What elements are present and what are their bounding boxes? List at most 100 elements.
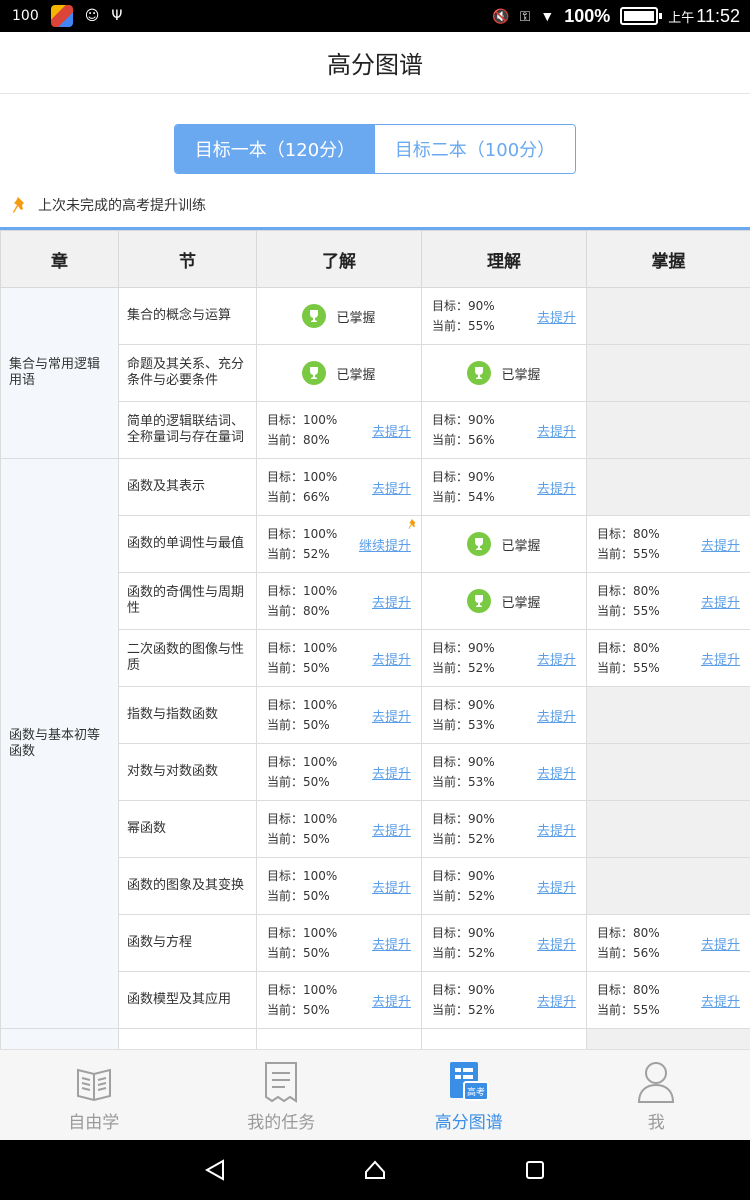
target-value: 目标：100% — [267, 698, 338, 712]
improve-link[interactable]: 去提升 — [372, 763, 411, 782]
tab-target-tier2[interactable]: 目标二本（100分） — [375, 125, 575, 173]
target-value: 目标：100% — [267, 812, 338, 826]
current-value: 当前：52% — [267, 547, 330, 561]
hint-text: 上次未完成的高考提升训练 — [38, 198, 206, 214]
current-value: 当前：50% — [267, 946, 330, 960]
improve-link[interactable]: 去提升 — [701, 535, 740, 554]
cell-progress: 目标：90% 当前：53% 去提升 — [421, 743, 587, 801]
target-value: 目标：100% — [267, 641, 338, 655]
pin-icon — [408, 519, 416, 529]
current-value: 当前：50% — [267, 775, 330, 789]
knowledge-table[interactable]: 章 节 了解 理解 掌握 集合与常用逻辑用语 集合的概念与运算 已掌握 目标：90… — [0, 227, 750, 1049]
current-value: 当前：50% — [267, 832, 330, 846]
nav-me[interactable]: 我 — [563, 1050, 750, 1140]
improve-link[interactable]: 去提升 — [537, 649, 576, 668]
cell-empty — [586, 857, 750, 915]
section-cell: 指数与指数函数 — [118, 686, 257, 744]
improve-link[interactable]: 去提升 — [701, 592, 740, 611]
back-icon[interactable] — [195, 1150, 235, 1190]
cell-progress: 目标：100% 当前：50% 去提升 — [256, 743, 422, 801]
cell-mastered: 已掌握 — [256, 344, 422, 402]
current-value: 当前：56% — [597, 946, 660, 960]
improve-link[interactable]: 去提升 — [537, 421, 576, 440]
current-value: 当前：80% — [267, 604, 330, 618]
nav-free-study[interactable]: 自由学 — [0, 1050, 188, 1140]
target-value: 目标：80% — [597, 926, 660, 940]
improve-link[interactable]: 去提升 — [372, 421, 411, 440]
table-header-row: 章 节 了解 理解 掌握 — [0, 230, 750, 288]
pin-icon — [13, 197, 24, 213]
app-notification-icon — [50, 5, 73, 27]
cell-empty — [586, 800, 750, 858]
section-cell: 函数的单调性与最值 — [118, 515, 257, 573]
current-value: 当前：55% — [597, 661, 660, 675]
improve-link[interactable]: 去提升 — [537, 307, 576, 326]
trophy-icon — [302, 361, 327, 385]
table-row[interactable]: 函数与基本初等函数 函数及其表示 目标：100% 当前：66% 去提升 目标：90… — [0, 458, 750, 1029]
cell-mastered: 已掌握 — [421, 344, 587, 402]
table-row[interactable]: 集合与常用逻辑用语 集合的概念与运算 已掌握 目标：90% 当前：55% 去提升 — [0, 287, 750, 459]
current-value: 当前：52% — [432, 889, 495, 903]
cell-progress: 目标：100% — [256, 1028, 422, 1049]
section-cell: 二次函数的图像与性质 — [118, 629, 257, 687]
improve-link[interactable]: 去提升 — [537, 763, 576, 782]
improve-link[interactable]: 去提升 — [372, 649, 411, 668]
target-value: 目标：100% — [267, 755, 338, 769]
recents-icon[interactable] — [515, 1150, 555, 1190]
current-value: 当前：50% — [267, 661, 330, 675]
cell-progress: 目标：90% 当前：54% 去提升 — [421, 458, 587, 516]
improve-link[interactable]: 去提升 — [701, 991, 740, 1010]
improve-link[interactable]: 去提升 — [537, 820, 576, 839]
current-value: 当前：50% — [267, 718, 330, 732]
improve-link[interactable]: 去提升 — [701, 649, 740, 668]
nav-my-tasks[interactable]: 我的任务 — [188, 1050, 376, 1140]
cell-progress: 目标：100% 当前：50% 去提升 — [256, 629, 422, 687]
battery-percent: 100% — [564, 5, 611, 26]
improve-link[interactable]: 去提升 — [701, 934, 740, 953]
clock: 上午 11:52 — [668, 5, 740, 26]
nav-label: 自由学 — [68, 1113, 120, 1133]
cell-progress: 目标：90% 当前：52% 去提升 — [421, 629, 587, 687]
target-value: 目标：100% — [267, 584, 338, 598]
unfinished-training-hint[interactable]: 上次未完成的高考提升训练 — [12, 193, 206, 217]
current-value: 当前：80% — [267, 433, 330, 447]
improve-link[interactable]: 继续提升 — [359, 535, 411, 554]
target-value: 目标：90% — [432, 470, 495, 484]
tab-target-tier1[interactable]: 目标一本（120分） — [175, 125, 375, 173]
improve-link[interactable]: 去提升 — [537, 706, 576, 725]
mastered-label: 已掌握 — [501, 367, 541, 383]
improve-link[interactable]: 去提升 — [537, 478, 576, 497]
cell-progress: 目标：80% 当前：55% 去提升 — [586, 572, 750, 630]
target-value: 目标：100% — [267, 527, 338, 541]
cell-progress: 目标：100% 当前：50% 去提升 — [256, 800, 422, 858]
cell-progress: 目标：100% 当前：80% 去提升 — [256, 572, 422, 630]
vpn-key-icon: ⚿ — [519, 8, 531, 24]
improve-link[interactable]: 去提升 — [537, 934, 576, 953]
cell-progress: 目标：100% 当前：52% 继续提升 — [256, 515, 422, 573]
improve-link[interactable]: 去提升 — [372, 592, 411, 611]
improve-link[interactable]: 去提升 — [372, 706, 411, 725]
chapter-cell: 函数与基本初等函数 — [0, 458, 119, 1029]
target-value: 目标：90% — [432, 641, 495, 655]
target-value: 目标：100% — [267, 869, 338, 883]
title-bar: 高分图谱 — [0, 32, 750, 94]
section-cell: 简单的逻辑联结词、全称量词与存在量词 — [118, 401, 257, 459]
battery-icon — [620, 7, 663, 25]
system-nav-bar — [0, 1140, 750, 1200]
nav-gaokao-chart[interactable]: 高考 高分图谱 — [375, 1050, 563, 1140]
improve-link[interactable]: 去提升 — [372, 877, 411, 896]
table-row[interactable]: 目标：100% 目标：90% — [0, 1028, 750, 1049]
current-value: 当前：52% — [432, 1003, 495, 1017]
usb-icon: Ψ — [111, 8, 123, 24]
section-cell: 命题及其关系、充分条件与必要条件 — [118, 344, 257, 402]
home-icon[interactable] — [355, 1150, 395, 1190]
improve-link[interactable]: 去提升 — [537, 991, 576, 1010]
improve-link[interactable]: 去提升 — [372, 478, 411, 497]
improve-link[interactable]: 去提升 — [372, 820, 411, 839]
section-cell: 函数与方程 — [118, 914, 257, 972]
improve-link[interactable]: 去提升 — [372, 991, 411, 1010]
improve-link[interactable]: 去提升 — [372, 934, 411, 953]
trophy-icon — [467, 589, 492, 613]
current-value: 当前：55% — [432, 319, 495, 333]
improve-link[interactable]: 去提升 — [537, 877, 576, 896]
